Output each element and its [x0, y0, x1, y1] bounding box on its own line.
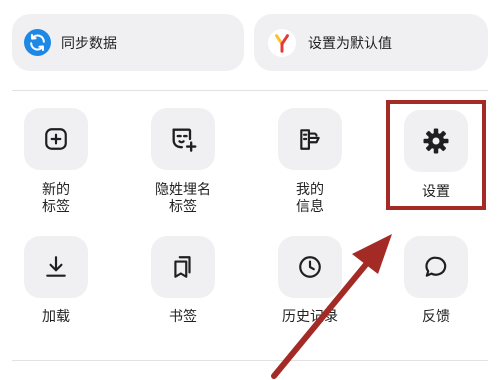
divider-top — [12, 90, 488, 91]
divider-bottom — [12, 360, 488, 361]
set-default-button[interactable]: 设置为默认值 — [254, 14, 488, 71]
id-card-icon — [300, 129, 320, 150]
my-info-label: 我的 信息 — [296, 182, 324, 215]
clock-icon — [299, 256, 321, 278]
my-info-button[interactable] — [278, 108, 342, 170]
plus-square-icon — [45, 128, 67, 150]
feedback-button[interactable] — [404, 236, 468, 298]
history-button[interactable] — [278, 236, 342, 298]
sync-icon — [24, 29, 51, 56]
incognito-mask-icon — [172, 128, 197, 152]
set-default-label: 设置为默认值 — [308, 35, 392, 52]
downloads-button[interactable] — [24, 236, 88, 298]
downloads-label: 加载 — [42, 309, 70, 325]
feedback-label: 反馈 — [422, 309, 450, 325]
new-tab-button[interactable] — [24, 108, 88, 170]
bookmarks-button[interactable] — [151, 236, 215, 298]
bookmarks-label: 书签 — [169, 309, 197, 325]
history-label: 历史记录 — [282, 309, 338, 325]
download-icon — [46, 256, 66, 277]
sync-data-label: 同步数据 — [61, 35, 117, 52]
incognito-tab-button[interactable] — [151, 108, 215, 170]
new-tab-label: 新的 标签 — [42, 182, 70, 215]
speech-bubble-icon — [425, 256, 447, 277]
yandex-y-icon — [268, 28, 296, 57]
incognito-tab-label: 隐姓埋名 标签 — [155, 182, 211, 215]
sync-data-button[interactable]: 同步数据 — [12, 14, 244, 71]
bookmarks-icon — [174, 256, 191, 278]
settings-highlight-box — [386, 100, 486, 210]
